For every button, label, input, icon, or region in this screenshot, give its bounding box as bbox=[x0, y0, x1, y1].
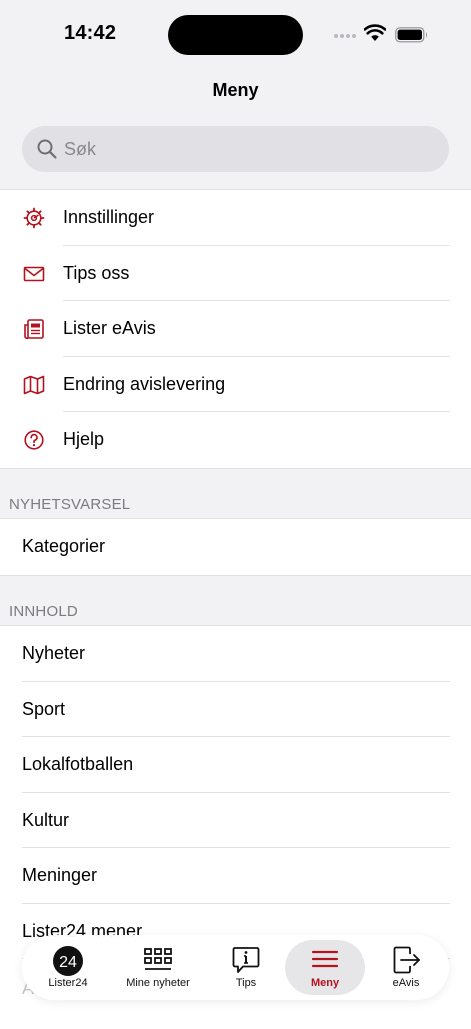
nyhetsvarsel-list: Kategorier bbox=[0, 518, 471, 576]
list-item-label: Sport bbox=[22, 698, 66, 719]
tab-label: Tips bbox=[235, 977, 257, 989]
battery-icon bbox=[395, 27, 427, 43]
list-item-nyheter[interactable]: Nyheter bbox=[0, 626, 471, 682]
svg-text:24: 24 bbox=[59, 954, 77, 971]
main-menu-list: Innstillinger Tips oss Lister eAvis Endr… bbox=[0, 189, 471, 469]
tab-label: Lister24 bbox=[48, 977, 88, 989]
search-icon bbox=[37, 139, 57, 159]
menu-item-innstillinger[interactable]: Innstillinger bbox=[0, 190, 471, 246]
list-item-label: Lokalfotballen bbox=[22, 754, 134, 774]
info-bubble-icon bbox=[232, 947, 260, 973]
list-item-sport[interactable]: Sport bbox=[0, 682, 471, 737]
menu-item-label: Tips oss bbox=[63, 262, 130, 283]
tab-label: eAvis bbox=[392, 977, 420, 989]
newspaper-icon bbox=[24, 319, 44, 340]
grid-icon bbox=[144, 948, 172, 970]
menu-item-label: Innstillinger bbox=[63, 207, 155, 227]
tab-mine-nyheter[interactable]: Mine nyheter bbox=[112, 935, 204, 1000]
menu-item-label: Hjelp bbox=[63, 429, 105, 449]
page-title: Meny bbox=[212, 80, 259, 100]
tab-meny[interactable]: Meny bbox=[282, 935, 368, 1000]
hamburger-menu-icon bbox=[311, 950, 339, 968]
menu-item-tips-oss[interactable]: Tips oss bbox=[0, 246, 471, 301]
tab-eavis[interactable]: eAvis bbox=[366, 935, 446, 1000]
menu-item-label: Endring avislevering bbox=[63, 373, 226, 394]
list-item-label: Meninger bbox=[22, 865, 98, 885]
list-item-kultur[interactable]: Kultur bbox=[0, 793, 471, 848]
cellular-signal-icon bbox=[334, 34, 356, 38]
tab-lister24[interactable]: 24 Lister24 bbox=[26, 935, 110, 1000]
tab-tips[interactable]: Tips bbox=[206, 935, 286, 1000]
section-header-nyhetsvarsel: NYHETSVARSEL bbox=[9, 496, 131, 513]
tab-label: Mine nyheter bbox=[126, 977, 190, 989]
dynamic-island bbox=[168, 15, 303, 55]
list-item-label: Kultur bbox=[22, 809, 70, 830]
status-time: 14:42 bbox=[64, 22, 117, 44]
list-item-lokalfotballen[interactable]: Lokalfotballen bbox=[0, 737, 471, 793]
list-item-kategorier[interactable]: Kategorier bbox=[0, 519, 471, 575]
list-item-label: Nyheter bbox=[22, 643, 86, 663]
search-bar[interactable] bbox=[22, 126, 449, 172]
wifi-icon bbox=[364, 24, 386, 41]
menu-item-endring-avislevering[interactable]: Endring avislevering bbox=[0, 357, 471, 412]
envelope-icon bbox=[23, 266, 45, 281]
list-item-meninger[interactable]: Meninger bbox=[0, 848, 471, 904]
exit-icon bbox=[393, 946, 420, 974]
tab-bar: 24 Lister24 Mine nyheter Tips Meny eAvis bbox=[22, 935, 449, 1000]
status-bar: 14:42 bbox=[0, 0, 471, 70]
menu-item-label: Lister eAvis bbox=[63, 318, 156, 338]
tab-label: Meny bbox=[310, 977, 340, 989]
help-icon bbox=[24, 430, 44, 450]
section-header-innhold: INNHOLD bbox=[9, 603, 78, 620]
menu-item-hjelp[interactable]: Hjelp bbox=[0, 412, 471, 468]
list-item-label: Kategorier bbox=[22, 536, 106, 556]
gear-icon bbox=[23, 207, 45, 229]
lister24-logo-icon: 24 bbox=[53, 946, 83, 976]
menu-item-lister-eavis[interactable]: Lister eAvis bbox=[0, 301, 471, 357]
search-input[interactable] bbox=[64, 126, 434, 172]
map-icon bbox=[23, 375, 45, 394]
